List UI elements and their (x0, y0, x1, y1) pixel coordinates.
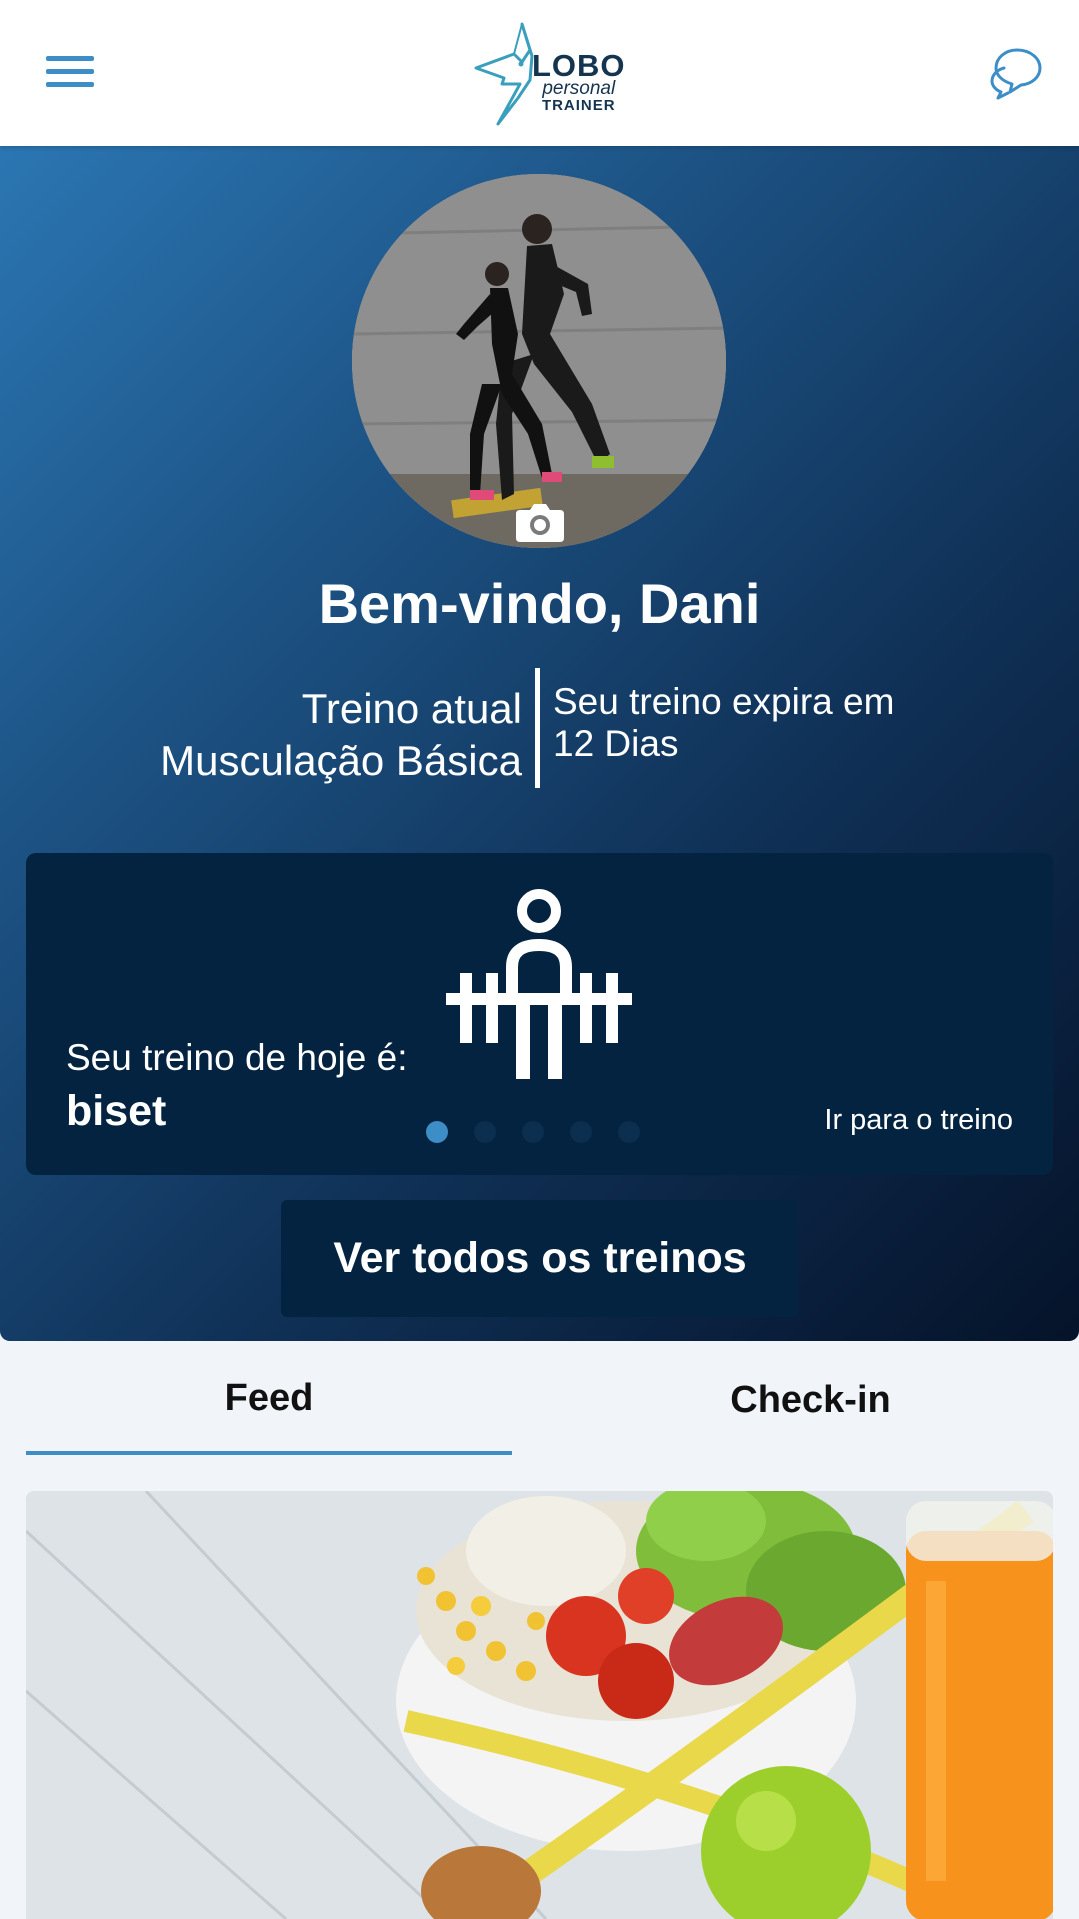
top-bar: LOBO personal TRAINER (0, 0, 1079, 146)
chat-bubbles-icon[interactable] (990, 46, 1046, 100)
today-workout-label: Seu treino de hoje é: (66, 1037, 408, 1078)
logo-line-trainer: TRAINER (541, 97, 616, 114)
carousel-dot[interactable] (426, 1121, 448, 1143)
current-plan-name: Musculação Básica (160, 737, 522, 784)
hero-section: Bem-vindo, Dani Treino atual Musculação … (0, 146, 1079, 1341)
carousel-dot[interactable] (474, 1121, 496, 1143)
avatar-photo (352, 174, 726, 548)
feed-tabs: Feed Check-in (26, 1341, 1053, 1456)
current-plan: Treino atual Musculação Básica (160, 683, 522, 787)
profile-avatar[interactable] (352, 174, 726, 548)
logo-line-lobo: LOBO (532, 48, 626, 83)
go-to-workout-link[interactable]: Ir para o treino (824, 1104, 1013, 1137)
menu-hamburger-icon[interactable] (46, 50, 98, 92)
feed-post-card[interactable] (26, 1491, 1053, 1919)
brand-logo: LOBO personal TRAINER (474, 20, 625, 128)
carousel-pagination (426, 1121, 640, 1143)
logo-line-personal: personal (542, 78, 616, 99)
camera-icon[interactable] (516, 502, 564, 542)
plan-expiry-value: 12 Dias (553, 723, 679, 764)
carousel-dot[interactable] (618, 1121, 640, 1143)
feed-post-image (26, 1491, 1053, 1919)
active-tab-indicator (26, 1451, 512, 1455)
current-plan-label: Treino atual (301, 685, 522, 732)
plan-expiry: Seu treino expira em 12 Dias (553, 681, 894, 765)
plan-expiry-label: Seu treino expira em (553, 681, 895, 722)
view-all-workouts-button[interactable]: Ver todos os treinos (281, 1200, 799, 1317)
tab-check-in[interactable]: Check-in (568, 1341, 1053, 1456)
weightlifter-icon (446, 889, 632, 1081)
today-workout-card[interactable]: Seu treino de hoje é: biset Ir para o tr… (26, 853, 1053, 1175)
plan-divider (535, 668, 540, 788)
today-workout-name: biset (66, 1087, 167, 1135)
welcome-heading: Bem-vindo, Dani (318, 572, 761, 635)
carousel-dot[interactable] (570, 1121, 592, 1143)
tab-feed[interactable]: Feed (26, 1341, 512, 1456)
app-screen: LOBO personal TRAINER Bem-vindo, Dani Tr… (0, 0, 1079, 1919)
carousel-dot[interactable] (522, 1121, 544, 1143)
